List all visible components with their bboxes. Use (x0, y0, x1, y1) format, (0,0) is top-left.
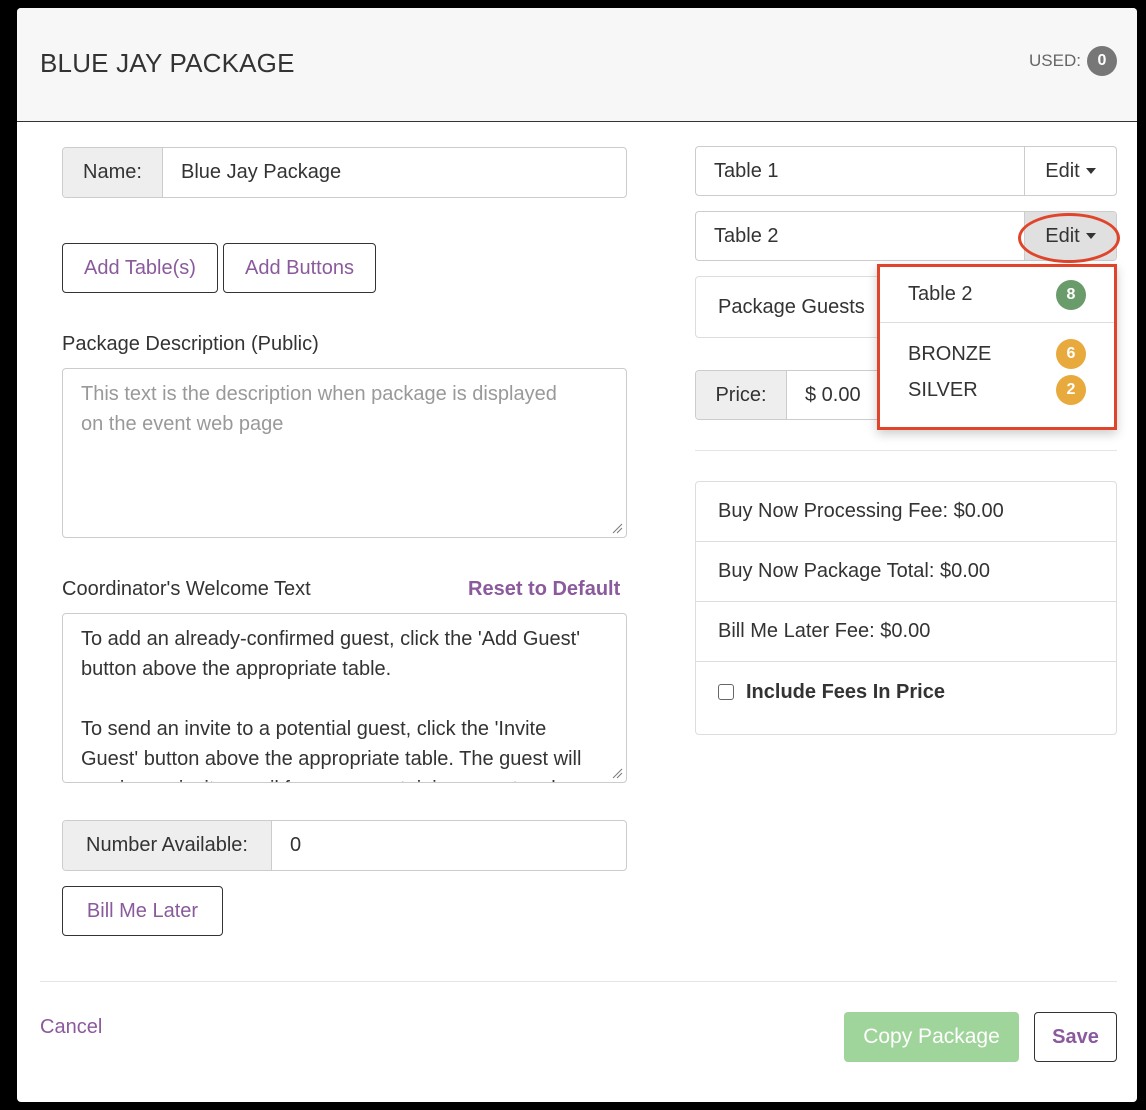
bill-later-fee: Bill Me Later Fee: $0.00 (696, 602, 1116, 662)
welcome-text-line: To send an invite to a potential guest, … (81, 718, 547, 740)
dropdown-item-label: BRONZE (908, 342, 992, 365)
reset-to-default-link[interactable]: Reset to Default (468, 578, 620, 601)
welcome-text-line: receive an invite email from you contain… (81, 774, 608, 782)
dropdown-item-silver[interactable]: SILVER 2 (880, 371, 1114, 409)
annotation-circle (1018, 213, 1120, 263)
welcome-text-line: Guest' button above the appropriate tabl… (81, 748, 582, 770)
add-buttons-button[interactable]: Add Buttons (223, 243, 376, 293)
add-tables-button[interactable]: Add Table(s) (62, 243, 218, 293)
welcome-label: Coordinator's Welcome Text (62, 578, 311, 600)
save-button[interactable]: Save (1034, 1012, 1117, 1062)
modal-header: BLUE JAY PACKAGE USED: 0 (17, 8, 1137, 122)
used-label: USED: (1029, 51, 1081, 70)
dropdown-item-table-2[interactable]: Table 2 8 (880, 267, 1114, 323)
price-label: Price: (696, 371, 787, 419)
name-label: Name: (63, 148, 163, 197)
include-fees-checkbox[interactable] (718, 684, 734, 700)
description-placeholder-line: on the event web page (81, 413, 284, 435)
welcome-text-line: button above the appropriate table. (81, 658, 392, 680)
include-fees-label: Include Fees In Price (746, 680, 945, 703)
resize-grip-icon[interactable] (611, 767, 623, 779)
number-available-group: Number Available: 0 (62, 820, 627, 871)
description-placeholder-line: This text is the description when packag… (81, 383, 557, 405)
package-guests-label: Package Guests (718, 295, 865, 318)
footer-divider (40, 981, 1117, 982)
package-total: Buy Now Package Total: $0.00 (696, 542, 1116, 602)
name-input-group: Name: Blue Jay Package (62, 147, 627, 198)
table-1-edit-button[interactable]: Edit (1024, 147, 1116, 195)
welcome-text-line: To add an already-confirmed guest, click… (81, 628, 581, 650)
dropdown-item-label: SILVER (908, 378, 978, 401)
cancel-link[interactable]: Cancel (40, 1016, 102, 1039)
divider (695, 450, 1117, 451)
caret-down-icon (1085, 168, 1096, 174)
welcome-textarea[interactable]: To add an already-confirmed guest, click… (62, 613, 627, 783)
edit-dropdown-menu: Table 2 8 BRONZE 6 SILVER 2 (877, 264, 1117, 430)
include-fees-row: Include Fees In Price (696, 662, 1116, 722)
count-badge: 2 (1056, 375, 1086, 405)
price-input-group: Price: $ 0.00 (695, 370, 895, 420)
edit-label: Edit (1045, 159, 1080, 182)
table-row-1: Table 1 Edit (695, 146, 1117, 196)
name-input[interactable]: Blue Jay Package (163, 148, 626, 197)
resize-grip-icon[interactable] (611, 522, 623, 534)
fees-panel: Buy Now Processing Fee: $0.00 Buy Now Pa… (695, 481, 1117, 735)
description-label: Package Description (Public) (62, 333, 319, 355)
used-count-badge: 0 (1087, 46, 1117, 76)
dropdown-item-bronze[interactable]: BRONZE 6 (880, 337, 1114, 371)
page-title: BLUE JAY PACKAGE (40, 48, 295, 78)
dropdown-item-label: Table 2 (908, 283, 973, 305)
bill-me-later-button[interactable]: Bill Me Later (62, 886, 223, 936)
copy-package-button[interactable]: Copy Package (844, 1012, 1019, 1062)
number-available-input[interactable]: 0 (272, 821, 626, 870)
modal: BLUE JAY PACKAGE USED: 0 Name: Blue Jay … (17, 8, 1137, 1102)
table-2-name[interactable]: Table 2 (696, 212, 1024, 260)
count-badge: 8 (1056, 279, 1086, 310)
table-1-name[interactable]: Table 1 (696, 147, 1024, 195)
description-textarea[interactable]: This text is the description when packag… (62, 368, 627, 538)
processing-fee: Buy Now Processing Fee: $0.00 (696, 482, 1116, 542)
used-indicator: USED: 0 (1029, 46, 1117, 76)
count-badge: 6 (1056, 339, 1086, 369)
number-available-label: Number Available: (63, 821, 272, 870)
